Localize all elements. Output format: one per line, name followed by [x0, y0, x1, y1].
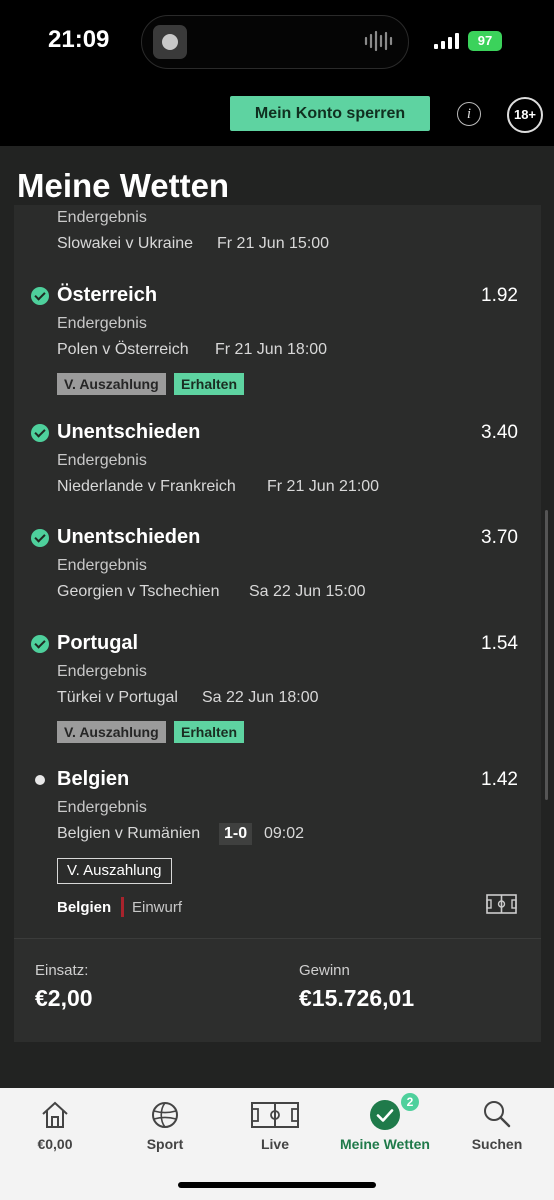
- lock-account-button[interactable]: Mein Konto sperren: [230, 96, 430, 131]
- bet-summary: [14, 938, 541, 1042]
- bet-odds: 1.42: [481, 769, 518, 790]
- audio-wave-icon: [364, 30, 393, 52]
- search-icon: [484, 1101, 511, 1128]
- bet-teams[interactable]: Polen v Österreich: [57, 341, 189, 359]
- nav-item-live[interactable]: Live: [220, 1096, 330, 1180]
- live-event-marker: [121, 897, 124, 917]
- bet-market: Endergebnis: [57, 209, 147, 226]
- nav-label: Meine Wetten: [340, 1136, 430, 1152]
- live-team: Belgien: [57, 899, 112, 916]
- received-tag: Erhalten: [174, 373, 245, 395]
- check-circle-icon: [370, 1100, 400, 1130]
- bet-datetime: Sa 22 Jun 15:00: [249, 583, 366, 600]
- nav-label: Live: [260, 1136, 289, 1152]
- bet-selection: Belgien: [57, 768, 130, 790]
- nav-item-search[interactable]: Suchen: [440, 1096, 554, 1180]
- bet-teams[interactable]: Georgien v Tschechien: [57, 583, 219, 601]
- bet-market: Endergebnis: [57, 315, 147, 332]
- match-clock: 09:02: [264, 825, 305, 842]
- scrollbar[interactable]: [545, 510, 548, 800]
- nav-item-sport[interactable]: Sport: [110, 1096, 220, 1180]
- stake-label: Einsatz:: [35, 962, 89, 979]
- won-check-icon: [31, 635, 49, 653]
- won-check-icon: [31, 424, 49, 442]
- bet-datetime: Fr 21 Jun 15:00: [217, 235, 330, 252]
- bet-market: Endergebnis: [57, 663, 147, 680]
- bet-odds: 1.92: [481, 285, 518, 306]
- status-time: 21:09: [48, 26, 110, 53]
- cashout-tag: V. Auszahlung: [57, 721, 166, 743]
- page-title: Meine Wetten: [17, 167, 230, 204]
- bet-teams[interactable]: Niederlande v Frankreich: [57, 478, 236, 496]
- battery-icon: 97: [468, 31, 502, 51]
- win-label: Gewinn: [299, 962, 350, 979]
- won-check-icon: [31, 529, 49, 547]
- my-bets-count-badge: 2: [401, 1093, 419, 1111]
- pitch-icon[interactable]: [486, 894, 517, 914]
- bet-market: Endergebnis: [57, 799, 147, 816]
- bet-selection: Unentschieden: [57, 421, 201, 443]
- pitch-icon: [251, 1102, 299, 1128]
- cellular-signal-icon: [434, 33, 459, 49]
- cashout-tag: V. Auszahlung: [57, 373, 166, 395]
- bet-odds: 3.70: [481, 527, 518, 548]
- nav-item-my-bets[interactable]: Meine Wetten: [330, 1096, 440, 1180]
- now-playing-artwork-icon: [153, 25, 187, 59]
- nav-label: Suchen: [471, 1136, 523, 1152]
- home-icon: [42, 1101, 68, 1128]
- nav-label: €0,00: [37, 1136, 73, 1152]
- football-icon: [152, 1102, 178, 1128]
- bet-selection: Portugal: [57, 632, 139, 654]
- win-value: €15.726,01: [299, 985, 415, 1011]
- cashout-button[interactable]: V. Auszahlung: [57, 858, 172, 884]
- bet-datetime: Fr 21 Jun 18:00: [215, 341, 328, 358]
- bet-market: Endergebnis: [57, 557, 147, 574]
- live-score: 1-0: [219, 823, 253, 845]
- live-event: Einwurf: [132, 899, 183, 916]
- nav-item-home[interactable]: €0,00: [0, 1096, 110, 1180]
- won-check-icon: [31, 287, 49, 305]
- bet-odds: 1.54: [481, 633, 518, 654]
- bet-teams[interactable]: Belgien v Rumänien: [57, 825, 200, 843]
- nav-label: Sport: [146, 1136, 184, 1152]
- bet-odds: 3.40: [481, 422, 518, 443]
- bet-datetime: Sa 22 Jun 18:00: [202, 689, 319, 706]
- bet-datetime: Fr 21 Jun 21:00: [267, 478, 380, 495]
- bet-market: Endergebnis: [57, 452, 147, 469]
- pending-dot-icon: [35, 775, 45, 785]
- info-icon[interactable]: i: [457, 102, 481, 126]
- age-restriction-badge[interactable]: 18+: [507, 97, 543, 133]
- bet-teams[interactable]: Türkei v Portugal: [57, 689, 178, 707]
- bet-selection: Unentschieden: [57, 526, 201, 548]
- received-tag: Erhalten: [174, 721, 245, 743]
- bet-selection: Österreich: [57, 284, 158, 306]
- stake-value: €2,00: [35, 985, 93, 1011]
- bet-teams[interactable]: Slowakei v Ukraine: [57, 235, 193, 253]
- home-indicator[interactable]: [178, 1182, 376, 1188]
